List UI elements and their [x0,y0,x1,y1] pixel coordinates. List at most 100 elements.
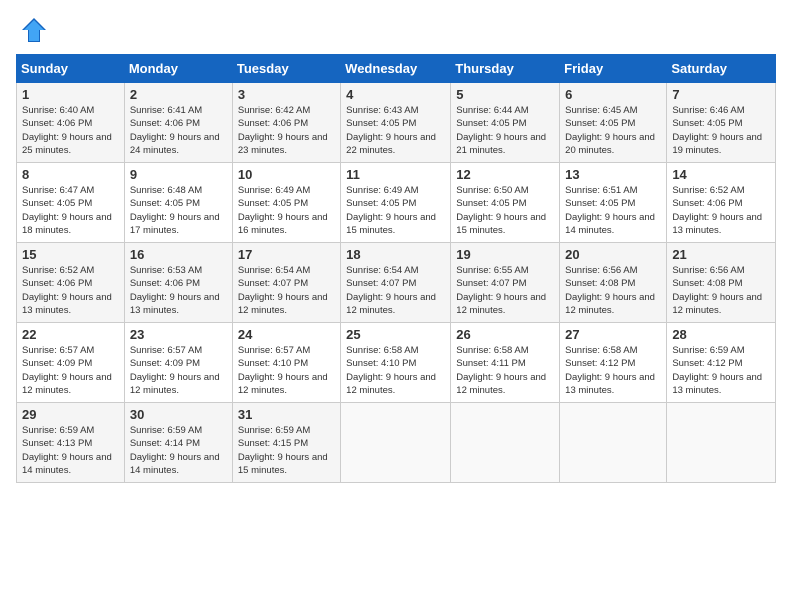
day-info: Sunrise: 6:48 AMSunset: 4:05 PMDaylight:… [130,185,220,236]
calendar-day-cell: 14 Sunrise: 6:52 AMSunset: 4:06 PMDaylig… [667,163,776,243]
calendar-week-row: 8 Sunrise: 6:47 AMSunset: 4:05 PMDayligh… [17,163,776,243]
calendar-day-cell [341,403,451,483]
calendar-day-cell: 16 Sunrise: 6:53 AMSunset: 4:06 PMDaylig… [124,243,232,323]
calendar-week-row: 1 Sunrise: 6:40 AMSunset: 4:06 PMDayligh… [17,83,776,163]
day-number: 25 [346,327,445,342]
calendar-day-cell: 22 Sunrise: 6:57 AMSunset: 4:09 PMDaylig… [17,323,125,403]
calendar-day-cell: 30 Sunrise: 6:59 AMSunset: 4:14 PMDaylig… [124,403,232,483]
day-number: 23 [130,327,227,342]
day-number: 13 [565,167,661,182]
day-number: 14 [672,167,770,182]
weekday-header: Sunday [17,55,125,83]
calendar-day-cell: 4 Sunrise: 6:43 AMSunset: 4:05 PMDayligh… [341,83,451,163]
day-info: Sunrise: 6:59 AMSunset: 4:14 PMDaylight:… [130,425,220,476]
day-info: Sunrise: 6:52 AMSunset: 4:06 PMDaylight:… [672,185,762,236]
day-info: Sunrise: 6:54 AMSunset: 4:07 PMDaylight:… [238,265,328,316]
day-number: 26 [456,327,554,342]
day-info: Sunrise: 6:43 AMSunset: 4:05 PMDaylight:… [346,105,436,156]
day-number: 16 [130,247,227,262]
calendar-day-cell: 2 Sunrise: 6:41 AMSunset: 4:06 PMDayligh… [124,83,232,163]
day-info: Sunrise: 6:58 AMSunset: 4:12 PMDaylight:… [565,345,655,396]
day-info: Sunrise: 6:53 AMSunset: 4:06 PMDaylight:… [130,265,220,316]
calendar-day-cell: 8 Sunrise: 6:47 AMSunset: 4:05 PMDayligh… [17,163,125,243]
day-info: Sunrise: 6:56 AMSunset: 4:08 PMDaylight:… [672,265,762,316]
day-info: Sunrise: 6:50 AMSunset: 4:05 PMDaylight:… [456,185,546,236]
calendar-week-row: 15 Sunrise: 6:52 AMSunset: 4:06 PMDaylig… [17,243,776,323]
day-info: Sunrise: 6:56 AMSunset: 4:08 PMDaylight:… [565,265,655,316]
day-number: 22 [22,327,119,342]
day-number: 9 [130,167,227,182]
day-number: 4 [346,87,445,102]
calendar-day-cell: 29 Sunrise: 6:59 AMSunset: 4:13 PMDaylig… [17,403,125,483]
day-number: 27 [565,327,661,342]
calendar-day-cell: 17 Sunrise: 6:54 AMSunset: 4:07 PMDaylig… [232,243,340,323]
weekday-header: Thursday [451,55,560,83]
calendar-day-cell: 28 Sunrise: 6:59 AMSunset: 4:12 PMDaylig… [667,323,776,403]
day-number: 11 [346,167,445,182]
calendar-day-cell: 24 Sunrise: 6:57 AMSunset: 4:10 PMDaylig… [232,323,340,403]
day-number: 30 [130,407,227,422]
weekday-header: Saturday [667,55,776,83]
calendar-day-cell: 20 Sunrise: 6:56 AMSunset: 4:08 PMDaylig… [560,243,667,323]
day-number: 8 [22,167,119,182]
logo [16,16,48,44]
day-info: Sunrise: 6:51 AMSunset: 4:05 PMDaylight:… [565,185,655,236]
day-info: Sunrise: 6:42 AMSunset: 4:06 PMDaylight:… [238,105,328,156]
calendar-week-row: 22 Sunrise: 6:57 AMSunset: 4:09 PMDaylig… [17,323,776,403]
day-info: Sunrise: 6:49 AMSunset: 4:05 PMDaylight:… [238,185,328,236]
page-header [16,16,776,44]
calendar-day-cell: 27 Sunrise: 6:58 AMSunset: 4:12 PMDaylig… [560,323,667,403]
day-number: 5 [456,87,554,102]
calendar-table: SundayMondayTuesdayWednesdayThursdayFrid… [16,54,776,483]
day-info: Sunrise: 6:57 AMSunset: 4:09 PMDaylight:… [22,345,112,396]
calendar-day-cell: 21 Sunrise: 6:56 AMSunset: 4:08 PMDaylig… [667,243,776,323]
day-info: Sunrise: 6:46 AMSunset: 4:05 PMDaylight:… [672,105,762,156]
calendar-day-cell: 1 Sunrise: 6:40 AMSunset: 4:06 PMDayligh… [17,83,125,163]
day-info: Sunrise: 6:57 AMSunset: 4:09 PMDaylight:… [130,345,220,396]
day-info: Sunrise: 6:57 AMSunset: 4:10 PMDaylight:… [238,345,328,396]
calendar-day-cell [451,403,560,483]
weekday-header: Tuesday [232,55,340,83]
day-number: 7 [672,87,770,102]
calendar-day-cell: 18 Sunrise: 6:54 AMSunset: 4:07 PMDaylig… [341,243,451,323]
day-info: Sunrise: 6:58 AMSunset: 4:11 PMDaylight:… [456,345,546,396]
calendar-header-row: SundayMondayTuesdayWednesdayThursdayFrid… [17,55,776,83]
day-info: Sunrise: 6:41 AMSunset: 4:06 PMDaylight:… [130,105,220,156]
calendar-day-cell: 26 Sunrise: 6:58 AMSunset: 4:11 PMDaylig… [451,323,560,403]
day-info: Sunrise: 6:58 AMSunset: 4:10 PMDaylight:… [346,345,436,396]
day-number: 18 [346,247,445,262]
day-number: 17 [238,247,335,262]
calendar-day-cell: 25 Sunrise: 6:58 AMSunset: 4:10 PMDaylig… [341,323,451,403]
calendar-day-cell [560,403,667,483]
day-number: 19 [456,247,554,262]
calendar-day-cell: 11 Sunrise: 6:49 AMSunset: 4:05 PMDaylig… [341,163,451,243]
calendar-day-cell [667,403,776,483]
calendar-day-cell: 9 Sunrise: 6:48 AMSunset: 4:05 PMDayligh… [124,163,232,243]
weekday-header: Friday [560,55,667,83]
calendar-day-cell: 10 Sunrise: 6:49 AMSunset: 4:05 PMDaylig… [232,163,340,243]
day-info: Sunrise: 6:52 AMSunset: 4:06 PMDaylight:… [22,265,112,316]
calendar-day-cell: 6 Sunrise: 6:45 AMSunset: 4:05 PMDayligh… [560,83,667,163]
calendar-day-cell: 12 Sunrise: 6:50 AMSunset: 4:05 PMDaylig… [451,163,560,243]
calendar-day-cell: 13 Sunrise: 6:51 AMSunset: 4:05 PMDaylig… [560,163,667,243]
day-info: Sunrise: 6:40 AMSunset: 4:06 PMDaylight:… [22,105,112,156]
day-number: 1 [22,87,119,102]
calendar-day-cell: 7 Sunrise: 6:46 AMSunset: 4:05 PMDayligh… [667,83,776,163]
day-number: 24 [238,327,335,342]
day-info: Sunrise: 6:59 AMSunset: 4:13 PMDaylight:… [22,425,112,476]
calendar-day-cell: 19 Sunrise: 6:55 AMSunset: 4:07 PMDaylig… [451,243,560,323]
day-number: 10 [238,167,335,182]
calendar-day-cell: 5 Sunrise: 6:44 AMSunset: 4:05 PMDayligh… [451,83,560,163]
day-info: Sunrise: 6:49 AMSunset: 4:05 PMDaylight:… [346,185,436,236]
day-number: 31 [238,407,335,422]
calendar-week-row: 29 Sunrise: 6:59 AMSunset: 4:13 PMDaylig… [17,403,776,483]
day-info: Sunrise: 6:44 AMSunset: 4:05 PMDaylight:… [456,105,546,156]
day-number: 29 [22,407,119,422]
calendar-day-cell: 15 Sunrise: 6:52 AMSunset: 4:06 PMDaylig… [17,243,125,323]
day-number: 2 [130,87,227,102]
day-number: 6 [565,87,661,102]
day-number: 12 [456,167,554,182]
weekday-header: Monday [124,55,232,83]
day-info: Sunrise: 6:54 AMSunset: 4:07 PMDaylight:… [346,265,436,316]
calendar-day-cell: 3 Sunrise: 6:42 AMSunset: 4:06 PMDayligh… [232,83,340,163]
